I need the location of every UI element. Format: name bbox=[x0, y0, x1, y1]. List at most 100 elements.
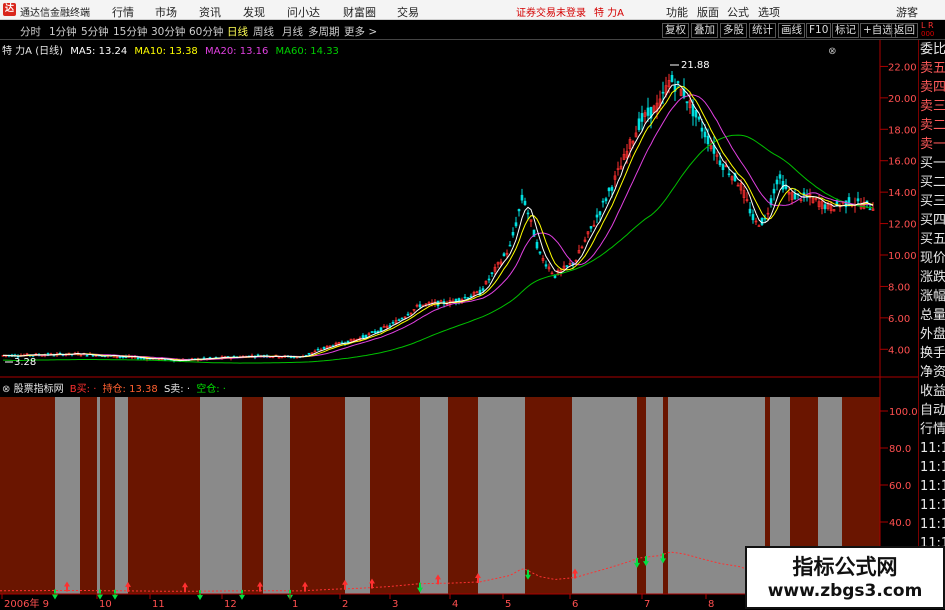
low-price-label: 3.28 bbox=[14, 357, 36, 368]
candle-body bbox=[718, 160, 722, 166]
candle-body bbox=[607, 187, 611, 192]
tab-more[interactable]: 更多 > bbox=[344, 24, 377, 39]
menu-xiaoda[interactable]: 问小达 bbox=[287, 4, 320, 20]
candle-body bbox=[538, 251, 542, 254]
menu-trade[interactable]: 交易 bbox=[397, 4, 419, 20]
menu-news[interactable]: 资讯 bbox=[199, 4, 221, 20]
menu-market[interactable]: 市场 bbox=[155, 4, 177, 20]
indicator-tick: 80.0 bbox=[889, 444, 911, 455]
candle-body bbox=[694, 109, 698, 118]
menu-options[interactable]: 选项 bbox=[758, 4, 780, 20]
hold-value: 13.38 bbox=[129, 384, 158, 395]
hold-band bbox=[80, 397, 97, 594]
ma10-line bbox=[3, 85, 874, 361]
back-button[interactable]: 返回 bbox=[891, 23, 918, 38]
empty-band bbox=[263, 397, 290, 594]
tab-multi-period[interactable]: 多周期 bbox=[308, 24, 340, 39]
candle-body bbox=[322, 346, 326, 349]
tab-daily[interactable]: 日线 bbox=[227, 24, 248, 39]
mark-button[interactable]: 标记 bbox=[832, 23, 859, 38]
guest-button[interactable]: 游客 bbox=[896, 4, 918, 20]
stock-label: 特 力A bbox=[2, 46, 33, 57]
sidebar-field: 总量 bbox=[920, 308, 945, 323]
sidebar-field: 卖一 bbox=[920, 137, 945, 152]
candle-body bbox=[535, 241, 539, 249]
candle-body bbox=[364, 334, 368, 338]
price-tick: 20.00 bbox=[888, 94, 917, 105]
candle-body bbox=[85, 355, 89, 357]
tab-30min[interactable]: 30分钟 bbox=[151, 24, 185, 39]
overlay-button[interactable]: 叠加 bbox=[691, 23, 718, 38]
tab-60min[interactable]: 60分钟 bbox=[189, 24, 223, 39]
candle-body bbox=[136, 357, 140, 360]
multi-stock-button[interactable]: 多股 bbox=[720, 23, 747, 38]
tab-15min[interactable]: 15分钟 bbox=[113, 24, 147, 39]
date-tick: 5 bbox=[505, 599, 511, 609]
candle-body bbox=[508, 244, 512, 247]
candle-body bbox=[487, 278, 491, 281]
menu-discover[interactable]: 发现 bbox=[243, 4, 265, 20]
candle-body bbox=[844, 200, 848, 208]
tab-5min[interactable]: 5分钟 bbox=[81, 24, 109, 39]
menu-wealth[interactable]: 财富圈 bbox=[343, 4, 376, 20]
indicator-name: 股票指标网 bbox=[13, 384, 64, 395]
tab-1min[interactable]: 1分钟 bbox=[49, 24, 77, 39]
candle-body bbox=[418, 304, 422, 308]
candle-body bbox=[868, 208, 872, 211]
f10-button[interactable]: F10 bbox=[806, 23, 832, 38]
corner-indicator: L R 000 bbox=[921, 21, 935, 39]
sidebar-field: 委比 bbox=[920, 42, 945, 57]
candle-body bbox=[361, 335, 365, 338]
trade-login-status[interactable]: 证券交易未登录 bbox=[516, 4, 586, 19]
candle-body bbox=[511, 232, 515, 236]
empty-band bbox=[572, 397, 637, 594]
adjust-button[interactable]: 复权 bbox=[662, 23, 689, 38]
close-chart-icon[interactable]: ⊗ bbox=[828, 46, 836, 57]
menu-layout[interactable]: 版面 bbox=[697, 4, 719, 20]
ma60-value: MA60: 14.33 bbox=[275, 46, 339, 57]
candle-body bbox=[760, 217, 764, 225]
indicator-tick: 40.0 bbox=[889, 518, 911, 529]
candle-body bbox=[670, 74, 674, 82]
menu-function[interactable]: 功能 bbox=[666, 4, 688, 20]
sidebar-field: 买二 bbox=[920, 175, 945, 190]
candle-body bbox=[370, 331, 374, 333]
hold-label: 持仓: bbox=[102, 384, 126, 395]
ma60-line bbox=[3, 134, 874, 364]
app-logo-icon: 达 bbox=[3, 3, 16, 16]
ma-legend: 特 力A (日线) MA5: 13.24 MA10: 13.38 MA20: 1… bbox=[2, 42, 837, 57]
candlestick-chart[interactable]: 22.00 20.00 18.00 16.00 14.00 12.00 10.00 8.00 6… bbox=[0, 40, 918, 378]
sidebar-field: 买三 bbox=[920, 194, 945, 209]
sidebar-field: 行情 bbox=[920, 422, 945, 437]
stats-button[interactable]: 统计 bbox=[749, 23, 776, 38]
candle-body bbox=[637, 118, 641, 130]
menu-formula[interactable]: 公式 bbox=[727, 4, 749, 20]
candle-body bbox=[748, 208, 752, 214]
hold-band bbox=[663, 397, 668, 594]
date-tick: 10 bbox=[99, 599, 112, 609]
tab-monthly[interactable]: 月线 bbox=[282, 24, 303, 39]
menu-quotes[interactable]: 行情 bbox=[112, 4, 134, 20]
sidebar-field: 卖三 bbox=[920, 99, 945, 114]
hold-band bbox=[290, 397, 345, 594]
sidebar-field: 11:1 bbox=[920, 479, 945, 494]
indicator-tick: 60.0 bbox=[889, 481, 911, 492]
empty-band bbox=[345, 397, 370, 594]
sidebar-field: 涨跌 bbox=[920, 270, 945, 285]
tab-intraday[interactable]: 分时 bbox=[20, 24, 41, 39]
app-title: 通达信金融终端 bbox=[20, 8, 90, 19]
indicator-settings-icon[interactable]: ⊗ bbox=[2, 384, 10, 395]
date-tick: 3 bbox=[392, 599, 398, 609]
draw-line-button[interactable]: 画线 bbox=[778, 23, 805, 38]
hold-band bbox=[100, 397, 115, 594]
candle-body bbox=[589, 226, 593, 229]
tab-weekly[interactable]: 周线 bbox=[253, 24, 274, 39]
candle-body bbox=[661, 91, 665, 94]
sidebar-field: 买五 bbox=[920, 232, 945, 247]
candle-body bbox=[595, 214, 599, 218]
sidebar-field: 卖五 bbox=[920, 61, 945, 76]
sidebar-field: 11:1 bbox=[920, 517, 945, 532]
buy-label: B买: bbox=[69, 384, 90, 395]
sidebar-field: 现价 bbox=[920, 251, 945, 266]
menu-bar: 达 通达信金融终端 行情 市场 资讯 发现 问小达 财富圈 交易 证券交易未登录… bbox=[0, 0, 945, 20]
